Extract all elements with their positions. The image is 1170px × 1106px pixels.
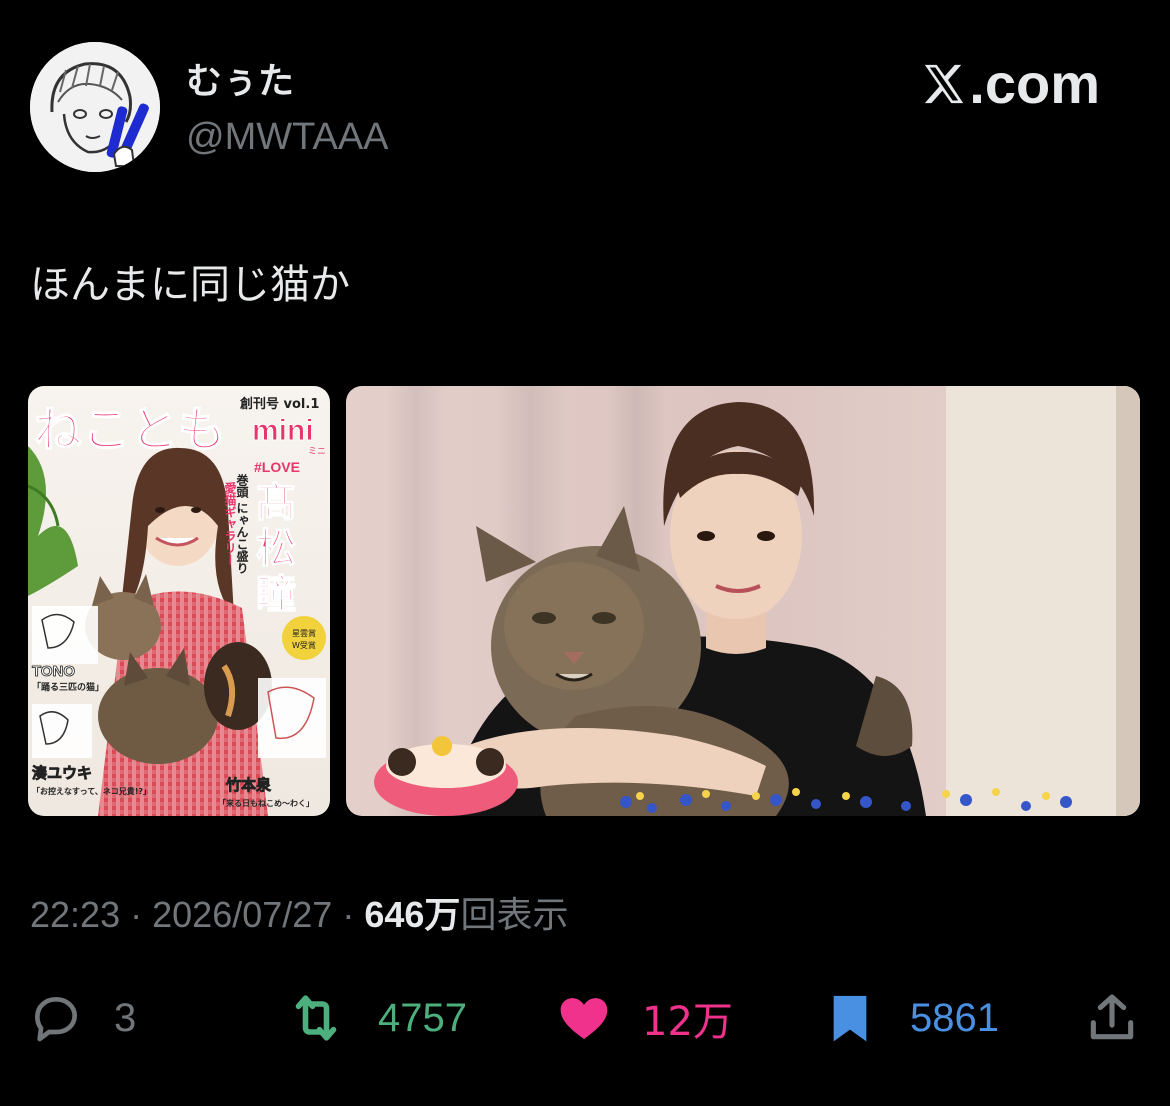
retweet-icon [295,995,337,1041]
reply-button[interactable]: 3 [28,986,136,1050]
heart-icon [560,998,608,1039]
svg-text:髙: 髙 [256,480,296,526]
bookmark-button[interactable]: 5861 [822,986,999,1050]
views-label: 回表示 [460,895,569,936]
like-count: 12万 [642,999,733,1045]
views-count: 646 [364,894,425,935]
cover-love-tag: #LOVE [254,459,300,475]
like-button[interactable]: 12万 [556,986,733,1050]
cover-name: 髙松瞳 [255,479,296,618]
tweet-date[interactable]: 2026/07/27 [152,894,332,935]
cover-artist-1: TONO [32,663,75,680]
x-logo-icon [925,64,964,104]
cover-mini-kana: ミニ [308,447,326,457]
svg-text:「お控えなすって、ネコ兄貴!?」: 「お控えなすって、ネコ兄貴!?」 [32,786,151,796]
magazine-cover-image: ねことも 創刊号 vol.1 mini ミニ #LOVE 髙松瞳 巻頭 にゃんこ… [28,386,330,816]
cover-mini: mini [252,414,314,447]
livestream-photo-image [346,386,1140,816]
svg-text:瞳: 瞳 [256,572,296,618]
brand-domain-label: .com [969,52,1100,115]
tweet-text: ほんまに同じ猫か [30,262,350,308]
svg-text:松: 松 [256,526,296,572]
retweet-button[interactable]: 4757 [288,986,467,1050]
author-avatar[interactable] [30,42,160,172]
media-magazine-cover[interactable]: ねことも 創刊号 vol.1 mini ミニ #LOVE 髙松瞳 巻頭 にゃんこ… [28,386,330,816]
svg-text:W受賞: W受賞 [292,640,316,650]
tweet-time: 22:23 [30,894,121,935]
share-icon [1090,994,1134,1040]
cover-artist-3: 竹本泉 [225,776,272,794]
svg-text:愛猫ギャラリー: 愛猫ギャラリー [223,481,237,566]
author-handle[interactable]: @MWTAAA [186,114,389,160]
svg-text:「来る日もねこめ～わく」: 「来る日もねこめ～わく」 [218,798,314,808]
bookmark-icon [833,995,867,1042]
media-livestream-photo[interactable] [346,386,1140,816]
cover-issue: 創刊号 vol.1 [239,396,319,412]
share-button[interactable] [1084,986,1140,1050]
meta-separator: · [342,894,355,935]
x-com-brand: .com [921,52,1100,116]
reply-icon [35,997,77,1042]
tweet-meta: 22:23 · 2026/07/27 · 646万回表示 [30,890,568,941]
svg-text:星雲賞: 星雲賞 [292,628,316,638]
views-unit: 万 [424,895,461,936]
cover-logo: ねことも [34,402,226,458]
svg-text:「踊る三匹の猫」: 「踊る三匹の猫」 [32,681,104,693]
sketch-avatar-icon [30,42,160,172]
bookmark-count: 5861 [910,995,999,1040]
meta-separator: · [130,894,143,935]
svg-text:巻頭 にゃんこ盛り: 巻頭 にゃんこ盛り [235,473,249,575]
author-display-name[interactable]: むぅた [186,60,294,104]
reply-count: 3 [114,995,137,1040]
retweet-count: 4757 [378,995,467,1040]
cover-artist-2: 湊ユウキ [32,764,92,782]
